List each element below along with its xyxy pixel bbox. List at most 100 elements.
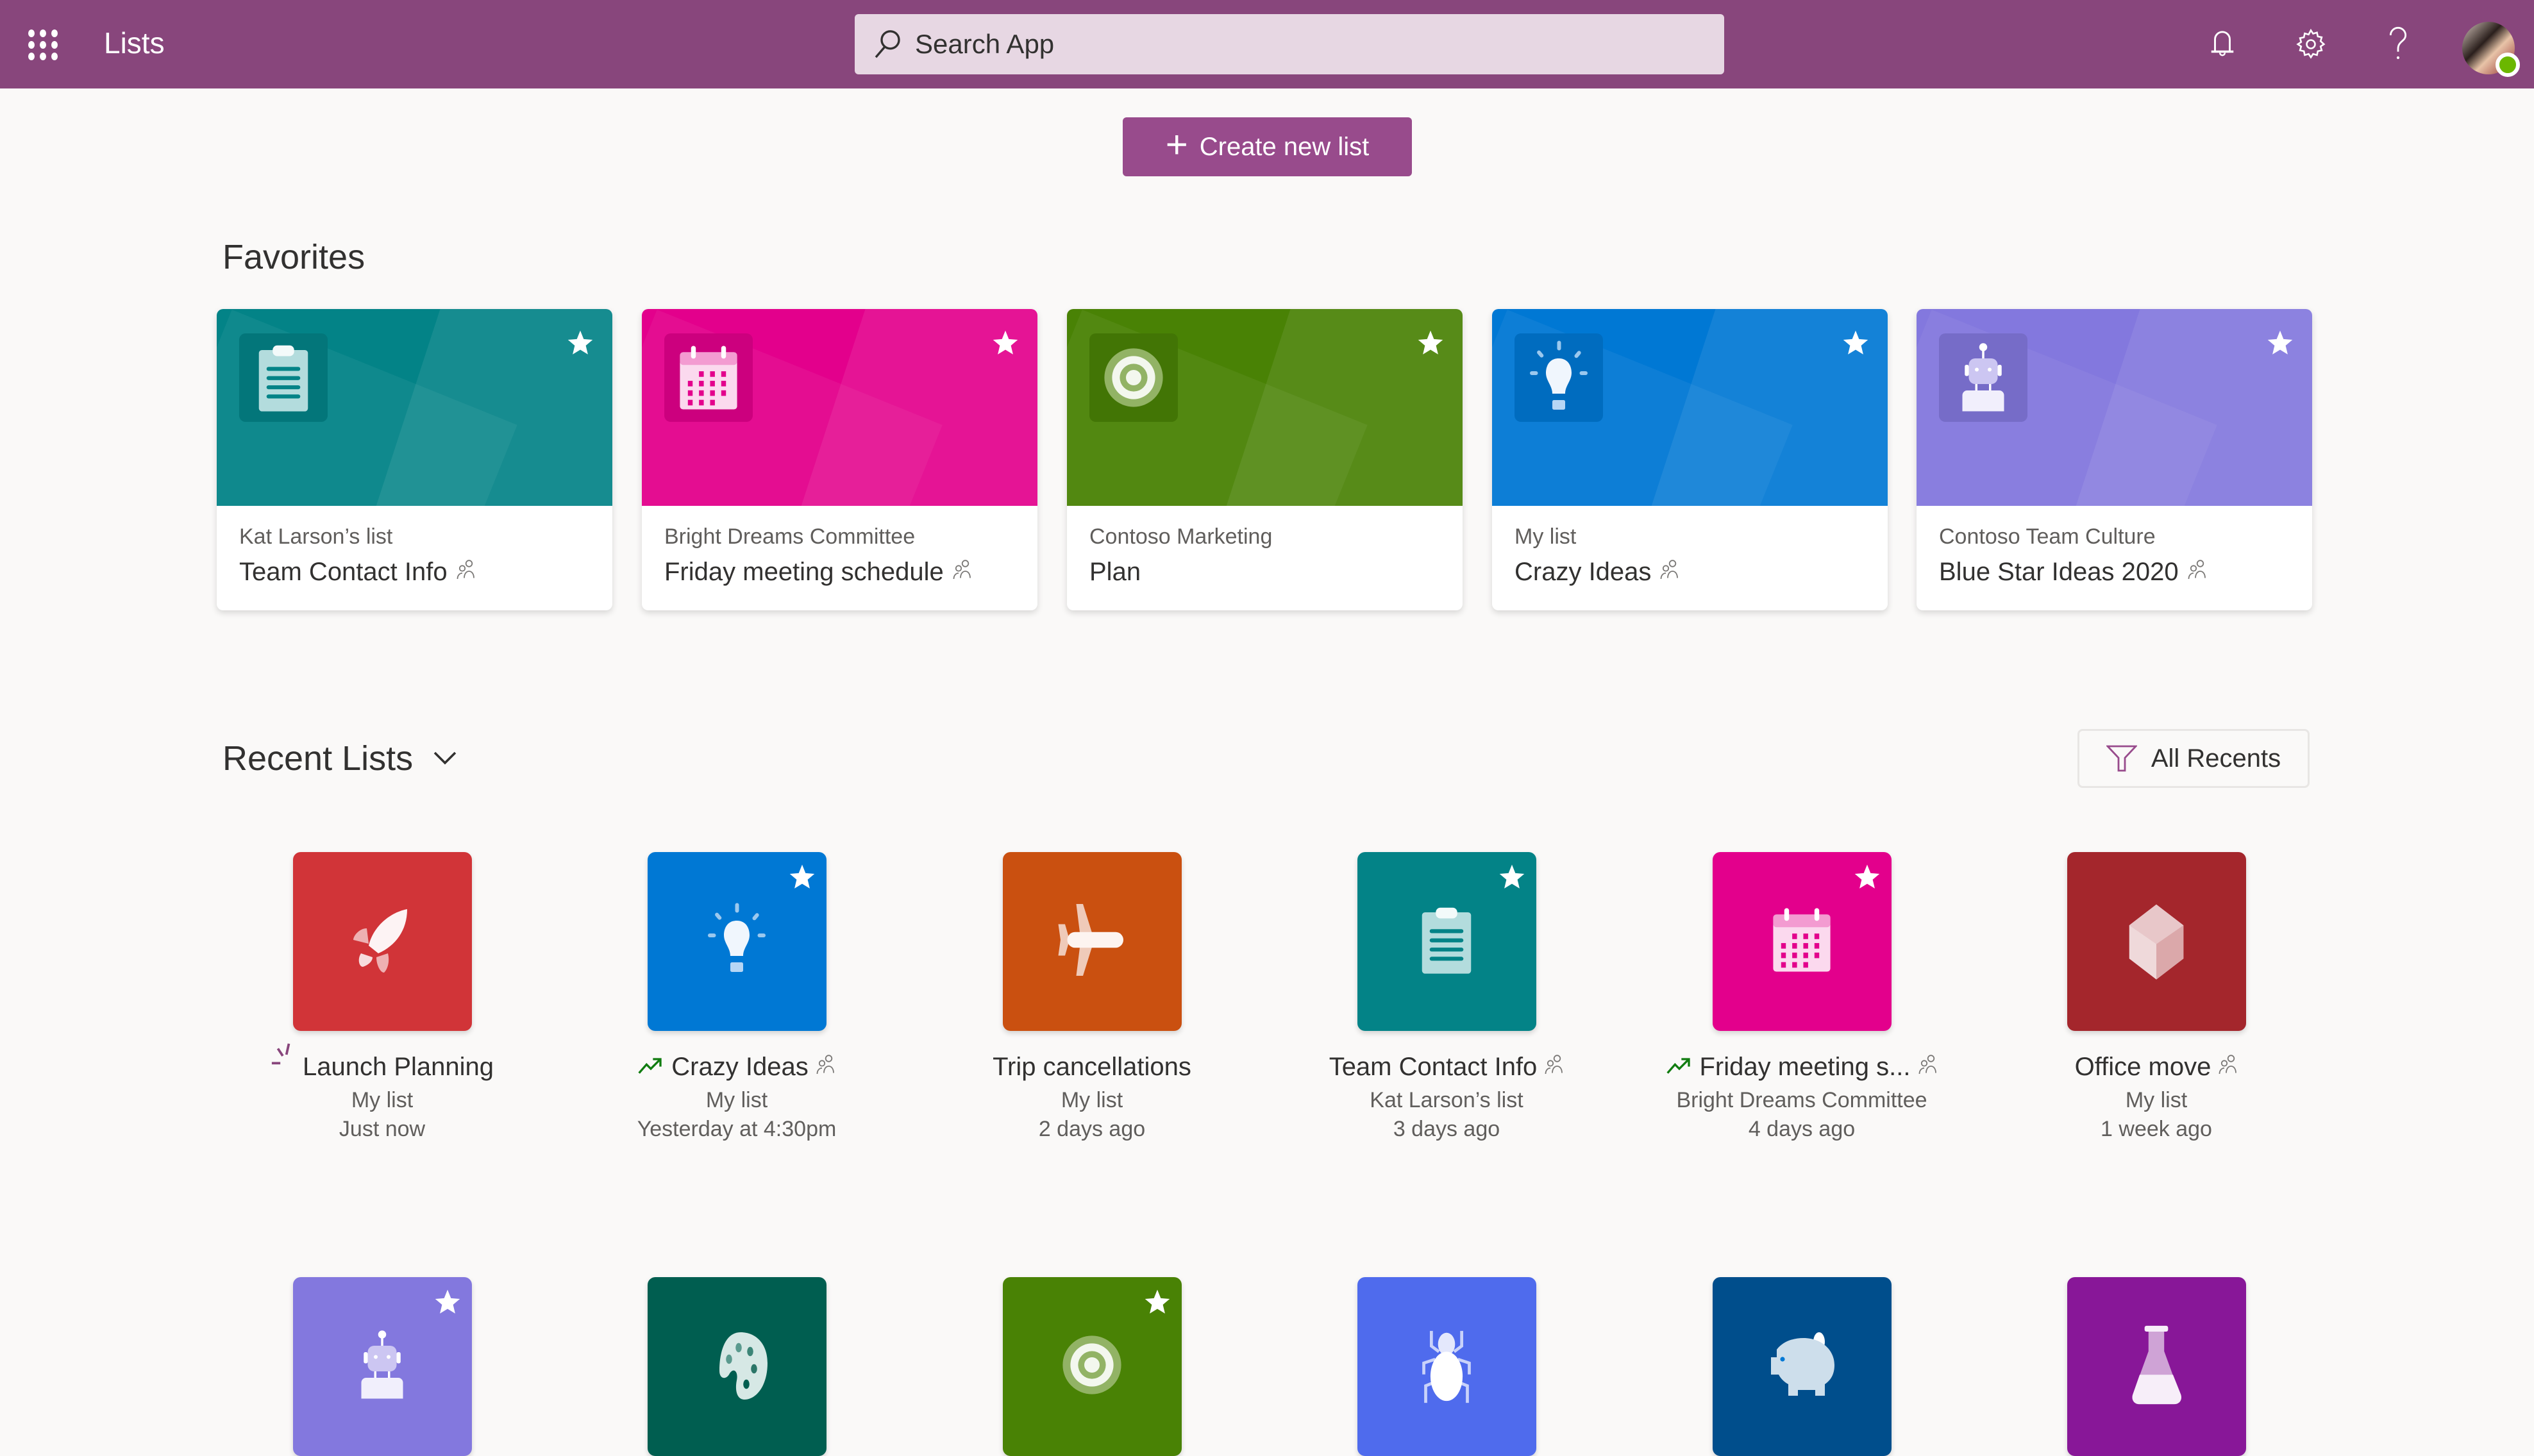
star-icon[interactable]	[566, 328, 594, 356]
recent-list-name: Trip cancellations	[993, 1053, 1191, 1081]
shared-people-icon	[457, 558, 476, 587]
recent-list-tile[interactable]: Trip cancellations My list 2 days ago	[957, 852, 1227, 1142]
recent-list-time: 2 days ago	[1038, 1117, 1146, 1141]
recent-list-tile[interactable]: Friday meeting s... Bright Dreams Commit…	[1666, 852, 1938, 1142]
recent-list-icon-tile[interactable]	[292, 1277, 472, 1456]
recent-list-tile[interactable]: Launch Planning My list Just now	[248, 852, 517, 1142]
bug-icon	[1408, 1323, 1485, 1410]
recent-list-icon-tile[interactable]	[1712, 1277, 1892, 1456]
recent-list-name: Friday meeting s...	[1699, 1053, 1911, 1081]
clipboard-icon	[1416, 905, 1477, 978]
search-input[interactable]	[915, 29, 1684, 60]
favorite-card-owner: Contoso Marketing	[1089, 524, 1273, 549]
star-icon[interactable]	[1853, 862, 1881, 891]
recent-list-tile[interactable]: Team Contact Info Kat Larson’s list 3 da…	[1312, 852, 1581, 1142]
shared-people-icon	[1918, 1053, 1938, 1082]
star-icon[interactable]	[991, 328, 1019, 356]
search-box[interactable]	[855, 14, 1724, 74]
recent-list-time: 4 days ago	[1748, 1117, 1856, 1141]
recent-list-icon-tile[interactable]	[292, 852, 472, 1031]
recent-list-tile[interactable]: Office move My list 1 week ago	[2022, 852, 2291, 1142]
favorite-card[interactable]: Bright Dreams Committee Friday meeting s…	[642, 309, 1037, 610]
shared-people-icon	[1660, 558, 1679, 587]
recent-list-icon-tile[interactable]	[1712, 852, 1892, 1031]
favorite-card-title: Team Contact Info	[239, 558, 476, 587]
recent-list-icon-tile[interactable]	[2067, 852, 2246, 1031]
shared-people-icon	[2188, 558, 2207, 587]
favorite-card-title: Friday meeting schedule	[664, 558, 972, 587]
recent-list-tile[interactable]: Crazy Ideas My list Yesterday at 4:30pm	[602, 852, 871, 1142]
favorite-card-owner: Bright Dreams Committee	[664, 524, 916, 549]
help-icon[interactable]	[2377, 23, 2419, 65]
recent-list-icon-tile[interactable]	[1002, 1277, 1182, 1456]
favorite-card[interactable]: Contoso Team Culture Blue Star Ideas 202…	[1917, 309, 2312, 610]
lightbulb-icon	[705, 901, 769, 982]
recent-lists-title: Recent Lists	[222, 739, 414, 778]
favorite-card-name: Friday meeting schedule	[664, 558, 944, 586]
recent-list-tile[interactable]	[602, 1277, 871, 1456]
piggy-bank-icon	[1757, 1326, 1847, 1407]
star-icon[interactable]	[1842, 328, 1870, 356]
recent-list-title: Team Contact Info	[1312, 1053, 1581, 1082]
recent-list-tile[interactable]	[248, 1277, 517, 1456]
star-icon[interactable]	[1416, 328, 1445, 356]
target-icon	[1061, 1334, 1123, 1399]
recent-list-title: Crazy Ideas	[602, 1053, 871, 1082]
chevron-down-icon[interactable]	[432, 750, 458, 767]
favorite-card[interactable]: Contoso Marketing Plan	[1067, 309, 1463, 610]
recent-list-icon-tile[interactable]	[1357, 852, 1536, 1031]
recent-lists-heading[interactable]: Recent Lists	[222, 739, 458, 778]
favorite-card-name: Team Contact Info	[239, 558, 448, 586]
favorite-card-name: Blue Star Ideas 2020	[1939, 558, 2179, 586]
favorite-card-owner: Kat Larson’s list	[239, 524, 393, 549]
star-icon[interactable]	[2266, 328, 2294, 356]
favorite-card-banner	[642, 309, 1037, 506]
favorite-card-title: Blue Star Ideas 2020	[1939, 558, 2207, 587]
recent-list-tile[interactable]	[1667, 1277, 1936, 1456]
recent-list-icon-tile[interactable]	[647, 852, 826, 1031]
recent-list-tile[interactable]	[2022, 1277, 2291, 1456]
favorite-card-banner	[217, 309, 612, 506]
star-icon[interactable]	[433, 1287, 462, 1316]
search-icon	[875, 30, 900, 58]
calendar-icon	[1770, 907, 1834, 976]
recent-list-icon-tile[interactable]	[647, 1277, 826, 1456]
favorite-card[interactable]: Kat Larson’s list Team Contact Info	[217, 309, 612, 610]
gear-icon[interactable]	[2290, 23, 2332, 65]
recent-list-owner: Bright Dreams Committee	[1676, 1088, 1927, 1112]
favorite-card-banner	[1492, 309, 1888, 506]
recent-list-title: Launch Planning	[248, 1042, 517, 1082]
recent-list-icon-tile[interactable]	[1357, 1277, 1536, 1456]
recent-list-tile[interactable]	[957, 1277, 1227, 1456]
favorite-card-name: Plan	[1089, 558, 1141, 586]
recent-list-owner: My list	[2125, 1088, 2188, 1112]
plus-icon: +	[1165, 123, 1188, 166]
shared-people-icon	[953, 558, 972, 587]
new-sparkle-icon	[271, 1042, 295, 1073]
recent-list-owner: Kat Larson’s list	[1370, 1088, 1523, 1112]
presence-status-icon	[2496, 53, 2520, 77]
trending-icon	[638, 1053, 664, 1082]
recent-list-time: 1 week ago	[2101, 1117, 2212, 1141]
star-icon[interactable]	[1143, 1287, 1171, 1316]
recent-list-name: Crazy Ideas	[671, 1053, 809, 1081]
recent-list-time: Yesterday at 4:30pm	[637, 1117, 837, 1141]
lightbulb-icon	[1515, 333, 1603, 422]
recent-list-icon-tile[interactable]	[2067, 1277, 2246, 1456]
favorite-card[interactable]: My list Crazy Ideas	[1492, 309, 1888, 610]
target-icon	[1089, 333, 1178, 422]
recent-list-icon-tile[interactable]	[1002, 852, 1182, 1031]
recent-list-owner: My list	[351, 1088, 414, 1112]
star-icon[interactable]	[788, 862, 816, 891]
bell-icon[interactable]	[2201, 23, 2244, 65]
create-new-list-button[interactable]: + Create new list	[1123, 117, 1412, 176]
recent-list-owner: My list	[1061, 1088, 1123, 1112]
star-icon[interactable]	[1498, 862, 1526, 891]
recent-list-tile[interactable]	[1312, 1277, 1581, 1456]
app-title[interactable]: Lists	[104, 26, 165, 60]
flask-icon	[2121, 1323, 2192, 1410]
all-recents-filter-button[interactable]: All Recents	[2077, 729, 2310, 788]
favorite-card-title: Crazy Ideas	[1515, 558, 1679, 587]
app-launcher-icon[interactable]	[28, 29, 59, 60]
robot-icon	[353, 1330, 411, 1403]
